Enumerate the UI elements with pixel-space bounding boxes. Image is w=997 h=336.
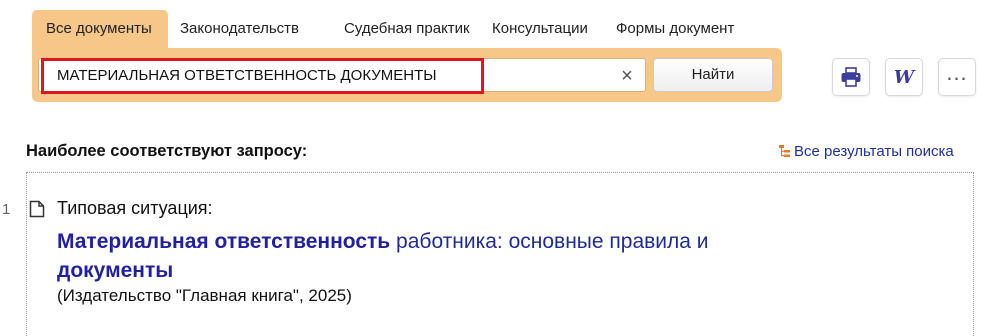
results-heading: Наиболее соответствуют запросу:: [26, 142, 308, 160]
all-results-link[interactable]: Все результаты поиска: [778, 143, 954, 160]
result-title-link[interactable]: Материальная ответственность работника: …: [57, 227, 817, 285]
tab-document-forms[interactable]: Формы документ: [612, 10, 762, 48]
find-button[interactable]: Найти: [653, 58, 773, 92]
result-source: (Издательство "Главная книга", 2025): [57, 286, 352, 305]
printer-icon: [841, 67, 861, 87]
document-icon: [29, 200, 45, 218]
result-title-highlight-2[interactable]: документы: [57, 259, 173, 282]
clear-icon[interactable]: ×: [617, 66, 637, 86]
result-title-text[interactable]: работника: основные правила и: [390, 230, 708, 253]
print-button[interactable]: [832, 58, 870, 96]
tab-legislation[interactable]: Законодательств: [168, 10, 320, 48]
more-dots-icon: ...: [946, 60, 968, 85]
result-title-highlight[interactable]: Материальная ответственность: [57, 230, 390, 253]
all-results-label[interactable]: Все результаты поиска: [794, 143, 954, 160]
result-type: Типовая ситуация:: [57, 198, 213, 218]
more-button[interactable]: ...: [938, 58, 976, 96]
tab-all-documents[interactable]: Все документы: [32, 10, 168, 48]
tab-bar: Все документы Законодательств Судебная п…: [32, 10, 762, 48]
word-icon: W: [893, 66, 915, 88]
export-word-button[interactable]: W: [885, 58, 923, 96]
result-index: 1: [2, 201, 11, 218]
search-panel: МАТЕРИАЛЬНАЯ ОТВЕТСТВЕННОСТЬ ДОКУМЕНТЫ ×…: [32, 48, 782, 102]
search-query-text[interactable]: МАТЕРИАЛЬНАЯ ОТВЕТСТВЕННОСТЬ ДОКУМЕНТЫ: [41, 58, 484, 94]
search-input[interactable]: МАТЕРИАЛЬНАЯ ОТВЕТСТВЕННОСТЬ ДОКУМЕНТЫ ×: [38, 58, 646, 94]
tab-consultations[interactable]: Консультации: [478, 10, 612, 48]
search-page: Все документы Законодательств Судебная п…: [0, 0, 997, 336]
tree-icon: [779, 145, 790, 157]
tab-court-practice[interactable]: Судебная практик: [320, 10, 478, 48]
